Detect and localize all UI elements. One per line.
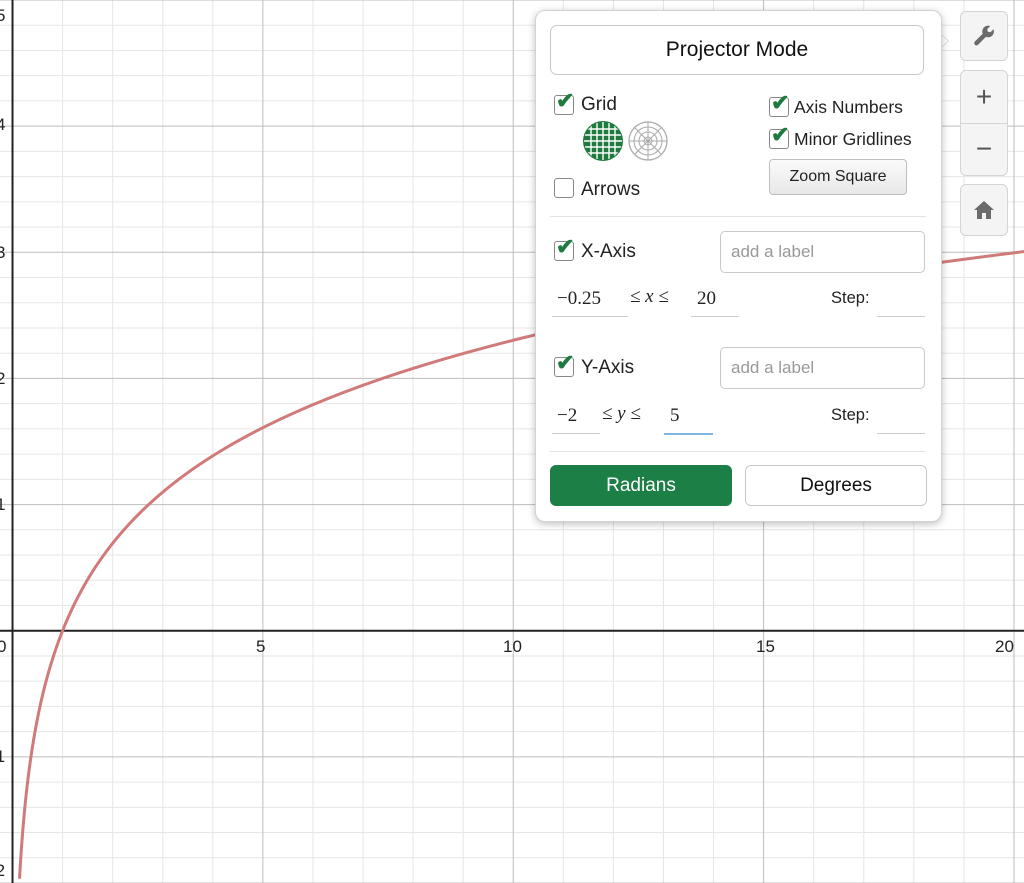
home-icon [974, 201, 994, 219]
cartesian-grid-icon[interactable] [582, 120, 624, 162]
y-axis-checkbox[interactable]: ✔ [554, 352, 574, 377]
x-axis-checkbox[interactable]: ✔ [554, 236, 574, 261]
minor-gridlines-checkbox[interactable]: ✔ [769, 124, 789, 149]
x-step-input[interactable] [877, 316, 925, 317]
x-tick-label: 0 [0, 637, 6, 656]
x-step-label: Step: [831, 289, 870, 307]
y-tick-label: 1 [0, 495, 5, 514]
x-min-underline [552, 316, 628, 317]
y-tick-label: 4 [0, 115, 5, 134]
degrees-button[interactable]: Degrees [745, 465, 927, 506]
checkmark-icon: ✔ [771, 90, 790, 115]
arrows-label: Arrows [581, 179, 641, 200]
grid-label: Grid [581, 94, 617, 115]
grid-checkbox[interactable]: ✔ [554, 90, 574, 115]
default-viewport-button[interactable] [960, 184, 1008, 236]
y-tick-label: 5 [0, 6, 5, 25]
radians-button[interactable]: Radians [550, 465, 732, 506]
x-min-input[interactable]: −0.25 [557, 288, 601, 310]
axis-numbers-label: Axis Numbers [794, 97, 903, 117]
y-tick-label: -2 [0, 861, 5, 880]
arrows-checkbox[interactable] [554, 178, 574, 198]
divider [550, 216, 926, 217]
y-tick-label: -1 [0, 747, 5, 766]
checkmark-icon: ✔ [556, 88, 575, 113]
x-inequality: ≤ x ≤ [630, 286, 669, 307]
divider [550, 451, 926, 452]
zoom-in-button[interactable]: + [961, 71, 1007, 123]
y-tick-label: 2 [0, 369, 5, 388]
graph-settings-button[interactable] [960, 11, 1008, 61]
y-step-label: Step: [831, 406, 870, 424]
zoom-square-button[interactable]: Zoom Square [769, 159, 907, 195]
y-min-input[interactable]: −2 [557, 405, 577, 427]
minor-gridlines-label: Minor Gridlines [794, 129, 912, 149]
x-max-underline [691, 316, 739, 317]
y-axis-label-input[interactable]: add a label [720, 347, 925, 389]
checkmark-icon: ✔ [556, 350, 575, 375]
axis-numbers-checkbox[interactable]: ✔ [769, 92, 789, 117]
y-inequality: ≤ y ≤ [602, 403, 641, 424]
zoom-controls: + − [960, 70, 1008, 176]
y-max-input[interactable]: 5 [670, 405, 680, 427]
projector-mode-button[interactable]: Projector Mode [550, 25, 924, 75]
zoom-out-button[interactable]: − [961, 123, 1007, 175]
x-tick-label: 5 [256, 637, 265, 656]
x-tick-label: 15 [756, 637, 775, 656]
y-max-focus-underline [664, 433, 713, 435]
y-axis-label: Y-Axis [581, 357, 635, 378]
x-tick-label: 20 [995, 637, 1014, 656]
x-axis-label-input[interactable]: add a label [720, 231, 925, 273]
checkmark-icon: ✔ [556, 234, 575, 259]
y-tick-label: 3 [0, 243, 5, 262]
y-min-underline [552, 433, 600, 434]
x-axis-label: X-Axis [581, 241, 636, 262]
x-max-input[interactable]: 20 [697, 288, 716, 310]
graph-settings-panel: Projector Mode ✔ Grid Arrows ✔ Axis Numb… [535, 10, 942, 522]
y-step-input[interactable] [877, 433, 925, 434]
x-tick-label: 10 [503, 637, 522, 656]
wrench-icon [974, 25, 994, 46]
polar-grid-icon[interactable] [627, 120, 669, 162]
checkmark-icon: ✔ [771, 122, 790, 147]
